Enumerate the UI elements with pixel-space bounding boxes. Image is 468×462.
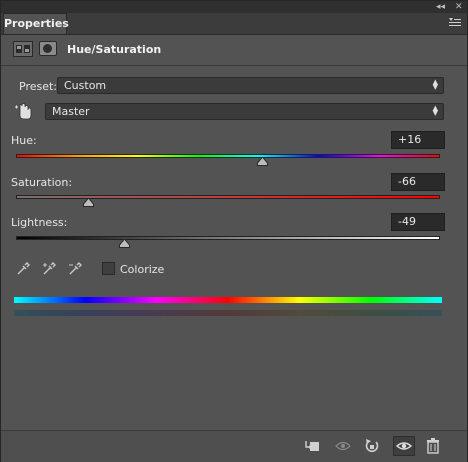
select-arrows-icon: ▲ ▼	[432, 78, 438, 91]
saturation-label: Saturation:	[11, 176, 73, 189]
select-arrows-icon: ▲ ▼	[432, 104, 438, 117]
eye-icon	[395, 442, 413, 450]
view-previous-state-icon[interactable]	[334, 437, 352, 455]
preset-label: Preset:	[19, 80, 58, 93]
input-color-bar	[14, 297, 442, 303]
panel-menu-icon[interactable]	[449, 18, 461, 28]
preset-select[interactable]: Custom ▲ ▼	[57, 77, 444, 94]
adjustment-header: Hue/Saturation	[1, 35, 467, 66]
preset-value: Custom	[64, 79, 107, 92]
collapse-icon[interactable]: ◂◂	[436, 1, 445, 13]
reset-icon[interactable]	[363, 437, 381, 455]
colorize-checkbox[interactable]	[102, 262, 115, 275]
saturation-input[interactable]: -66	[391, 173, 445, 191]
panel-footer	[1, 430, 467, 462]
trash-icon[interactable]	[424, 437, 442, 455]
close-icon[interactable]: ✕	[455, 1, 463, 13]
tab-row: Properties	[1, 13, 467, 35]
toggle-visibility-button[interactable]	[393, 436, 415, 456]
eyedropper-add-icon[interactable]	[42, 262, 56, 276]
adjustment-title: Hue/Saturation	[67, 43, 162, 56]
adjustment-layer-icon[interactable]	[13, 41, 33, 57]
range-value: Master	[52, 105, 90, 118]
lightness-input[interactable]: -49	[391, 213, 445, 231]
range-select[interactable]: Master ▲ ▼	[45, 103, 444, 120]
tab-properties[interactable]: Properties	[3, 13, 69, 34]
panel-top-bar: ◂◂ ✕	[1, 1, 467, 13]
output-color-bar	[14, 310, 442, 316]
colorize-label: Colorize	[120, 263, 165, 276]
targeted-adjustment-hand-icon[interactable]	[14, 102, 34, 120]
eyedropper-icon[interactable]	[16, 262, 30, 276]
saturation-slider-track[interactable]	[16, 195, 440, 199]
hue-input[interactable]: +16	[391, 131, 445, 149]
layer-mask-icon[interactable]	[39, 41, 57, 56]
hue-label: Hue:	[11, 134, 37, 147]
lightness-label: Lightness:	[11, 216, 68, 229]
eyedropper-subtract-icon[interactable]	[68, 262, 82, 276]
properties-panel: ◂◂ ✕ Properties Hue/Saturation Preset: C…	[0, 0, 468, 462]
hue-slider-track[interactable]	[16, 154, 440, 158]
lightness-slider-track[interactable]	[16, 236, 440, 240]
clip-to-layer-icon[interactable]	[303, 437, 321, 455]
